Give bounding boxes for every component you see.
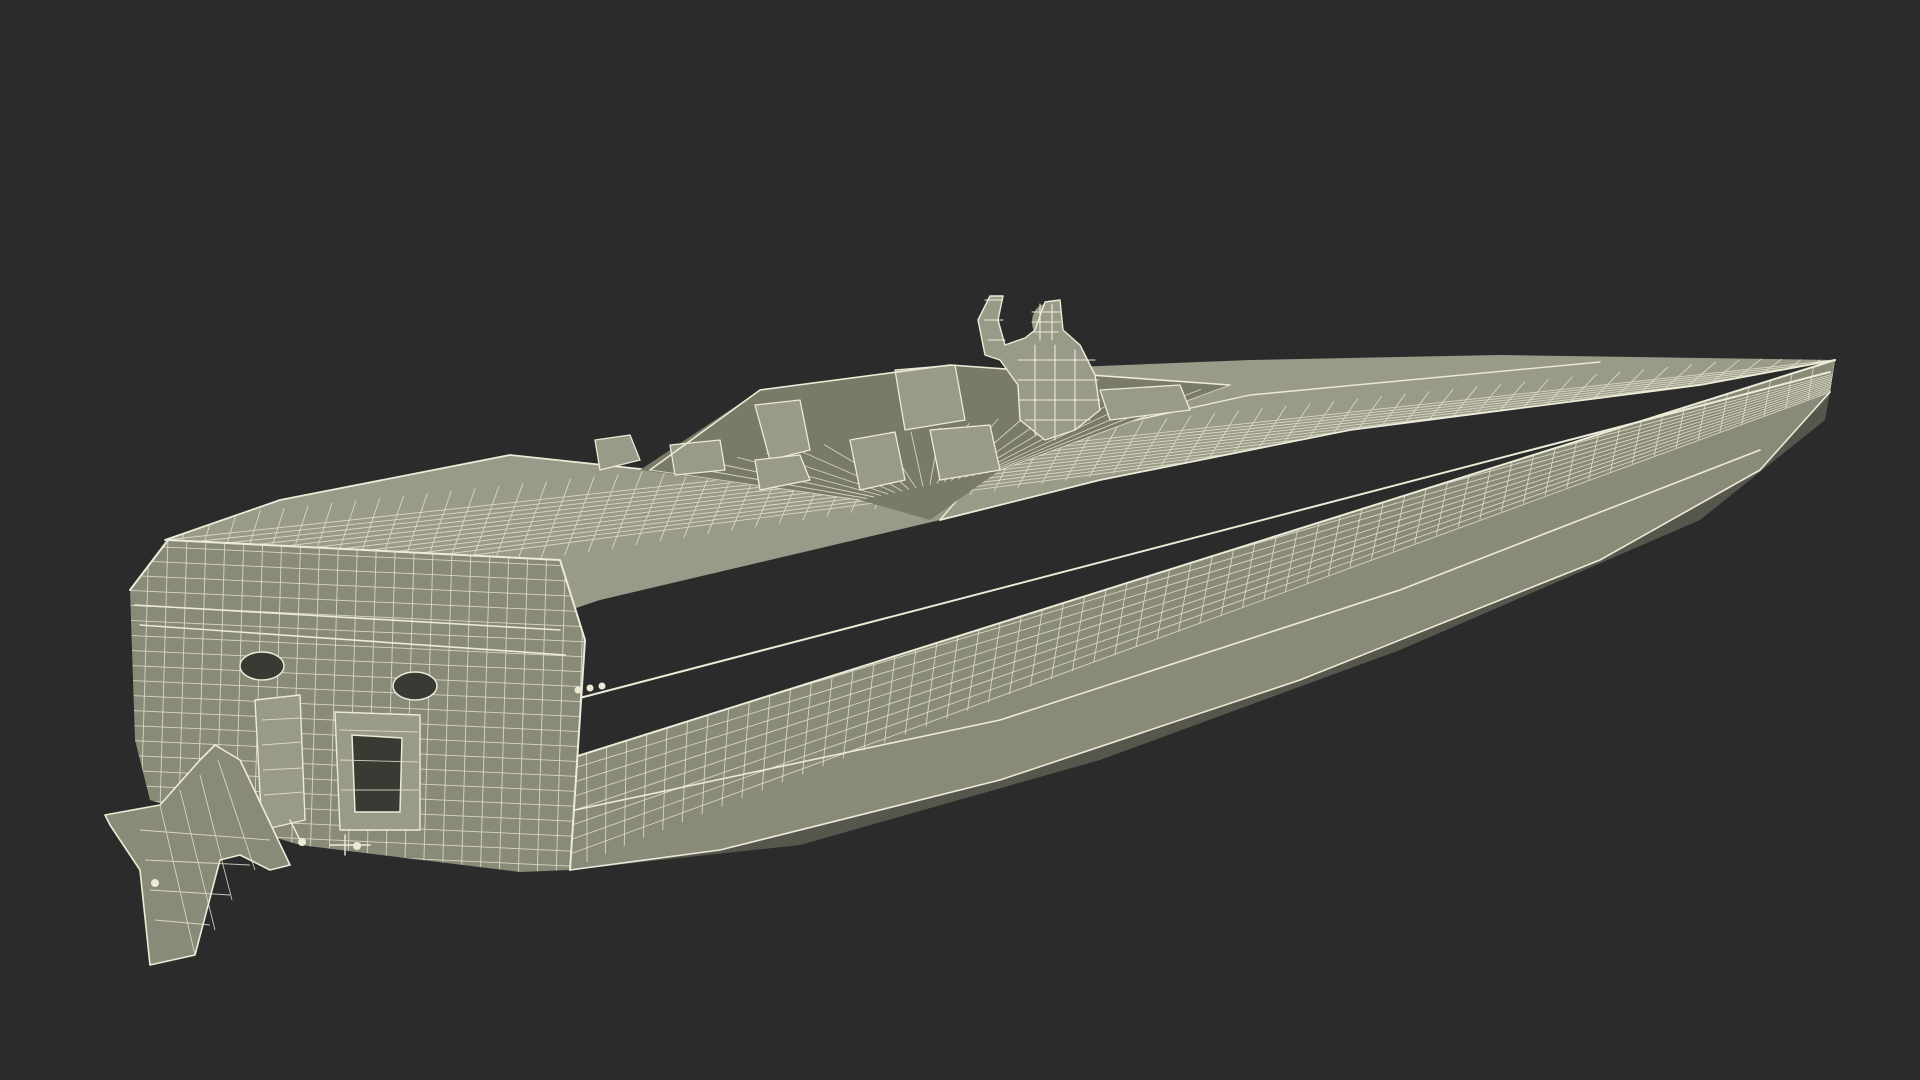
render-viewport bbox=[0, 0, 1920, 1080]
exhaust-port-left bbox=[239, 651, 285, 681]
boat-wireframe-render bbox=[104, 295, 1836, 966]
exhaust-port-right bbox=[392, 671, 438, 701]
